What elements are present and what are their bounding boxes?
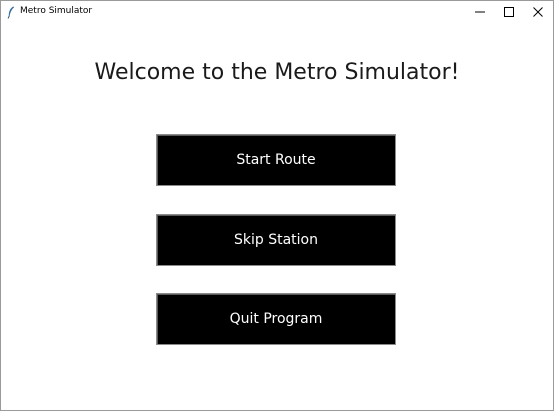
skip-station-label: Skip Station xyxy=(234,232,318,248)
quit-program-label: Quit Program xyxy=(229,311,323,327)
maximize-button[interactable] xyxy=(494,1,524,21)
main-content: Welcome to the Metro Simulator! Start Ro… xyxy=(1,21,553,410)
minimize-button[interactable] xyxy=(465,1,495,21)
feather-icon xyxy=(7,4,15,19)
maximize-icon xyxy=(504,2,514,21)
start-route-button[interactable]: Start Route xyxy=(156,134,396,186)
close-icon xyxy=(533,2,543,21)
window-title: Metro Simulator xyxy=(20,6,93,16)
skip-station-button[interactable]: Skip Station xyxy=(156,214,396,266)
close-button[interactable] xyxy=(523,1,553,21)
title-bar[interactable]: Metro Simulator xyxy=(1,1,553,21)
minimize-icon xyxy=(475,2,485,21)
quit-program-button[interactable]: Quit Program xyxy=(156,293,396,345)
page-title: Welcome to the Metro Simulator! xyxy=(94,60,460,85)
start-route-label: Start Route xyxy=(236,152,316,168)
app-window: Metro Simulator Welcome to the Metro Sim… xyxy=(0,0,554,411)
